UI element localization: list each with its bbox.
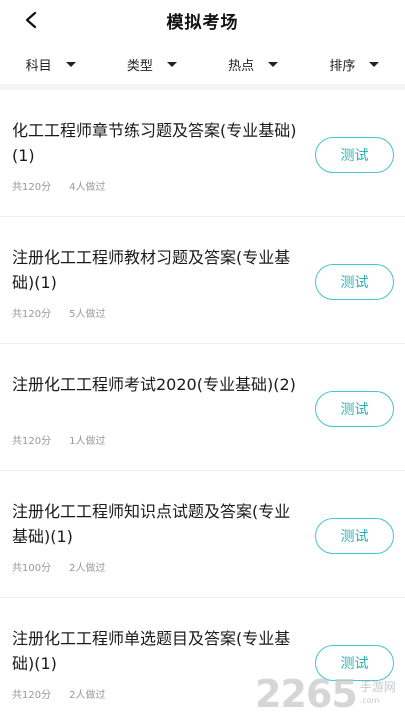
list-item[interactable]: 注册化工工程师考试2020(专业基础)(2) 共120分 1人做过 测试	[0, 344, 405, 471]
exam-takers: 1人做过	[69, 436, 106, 447]
watermark-suffix: 手游网	[359, 680, 396, 694]
exam-meta: 共120分 5人做过	[12, 305, 105, 320]
list-item[interactable]: 注册化工工程师教材习题及答案(专业基础)(1) 共120分 5人做过 测试	[0, 217, 405, 344]
exam-score: 共120分	[12, 309, 52, 320]
top-bar: 模拟考场	[0, 0, 405, 40]
watermark-number: 2265	[255, 672, 358, 716]
list-item[interactable]: 化工工程师章节练习题及答案(专业基础)(1) 共120分 4人做过 测试	[0, 90, 405, 217]
exam-takers: 5人做过	[69, 309, 106, 320]
page-title: 模拟考场	[166, 12, 239, 33]
filter-label: 排序	[329, 58, 356, 74]
filter-label: 类型	[126, 58, 153, 74]
test-button[interactable]: 测试	[315, 137, 394, 173]
caret-down-icon	[369, 61, 380, 67]
exam-title: 化工工程师章节练习题及答案(专业基础)(1)	[12, 121, 297, 165]
filter-type[interactable]: 类型	[101, 44, 202, 84]
exam-title: 注册化工工程师教材习题及答案(专业基础)(1)	[12, 248, 291, 292]
test-button[interactable]: 测试	[315, 391, 394, 427]
exam-title: 注册化工工程师知识点试题及答案(专业基础)(1)	[12, 502, 291, 546]
exam-score: 共120分	[12, 690, 52, 701]
app-screen: 模拟考场 科目 类型 热点 排序 化工工程师章节练习题及答案(专业基础)(1) …	[0, 0, 405, 720]
exam-score: 共100分	[12, 563, 52, 574]
exam-score: 共120分	[12, 182, 52, 193]
exam-list: 化工工程师章节练习题及答案(专业基础)(1) 共120分 4人做过 测试 注册化…	[0, 90, 405, 720]
filter-hot[interactable]: 热点	[203, 44, 304, 84]
exam-meta: 共120分 2人做过	[12, 686, 105, 701]
caret-down-icon	[268, 61, 279, 67]
test-button[interactable]: 测试	[315, 518, 394, 554]
exam-title: 注册化工工程师考试2020(专业基础)(2)	[12, 375, 296, 394]
caret-down-icon	[166, 61, 177, 67]
caret-down-icon	[65, 61, 76, 67]
exam-takers: 2人做过	[69, 690, 106, 701]
filter-bar: 科目 类型 热点 排序	[0, 44, 405, 84]
watermark-logo: 2265 手游网 .com	[255, 668, 405, 720]
filter-label: 科目	[25, 58, 52, 74]
watermark-domain: .com	[359, 696, 380, 705]
filter-label: 热点	[228, 58, 255, 74]
exam-meta: 共100分 2人做过	[12, 559, 105, 574]
watermark-text: 手游网 .com	[360, 680, 396, 708]
exam-score: 共120分	[12, 436, 52, 447]
exam-meta: 共120分 1人做过	[12, 432, 105, 447]
filter-sort[interactable]: 排序	[304, 44, 405, 84]
exam-takers: 4人做过	[69, 182, 106, 193]
exam-takers: 2人做过	[69, 563, 106, 574]
test-button[interactable]: 测试	[315, 264, 394, 300]
filter-subject[interactable]: 科目	[0, 44, 101, 84]
chevron-left-icon	[25, 11, 37, 29]
back-button[interactable]	[18, 7, 44, 33]
list-item[interactable]: 注册化工工程师知识点试题及答案(专业基础)(1) 共100分 2人做过 测试	[0, 471, 405, 598]
exam-meta: 共120分 4人做过	[12, 178, 105, 193]
